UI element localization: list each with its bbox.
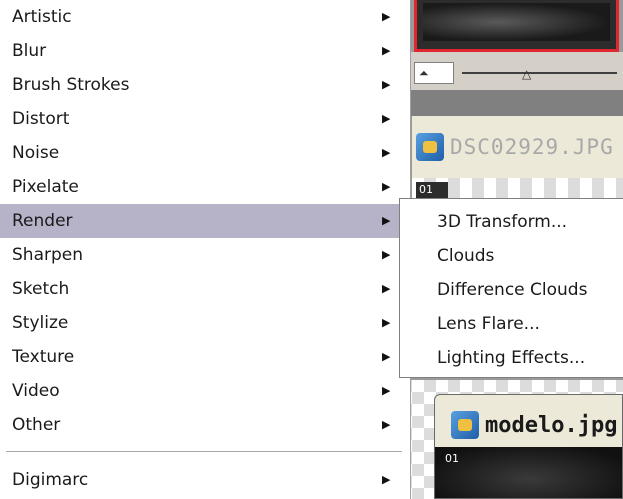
menu-item-label: Stylize	[12, 313, 69, 333]
menu-item-sharpen[interactable]: Sharpen ▶	[0, 238, 410, 272]
menu-item-label: Pixelate	[12, 177, 79, 197]
menu-item-brush-strokes[interactable]: Brush Strokes ▶	[0, 68, 410, 102]
submenu-item-label: Lens Flare...	[437, 314, 540, 334]
document-canvas: 01	[435, 447, 622, 498]
menu-item-video[interactable]: Video ▶	[0, 374, 410, 408]
document-window-1[interactable]: DSC02929.JPG 01	[412, 116, 623, 200]
submenu-arrow-icon: ▶	[382, 112, 391, 125]
image-document-icon	[451, 411, 479, 439]
submenu-item-label: Difference Clouds	[437, 280, 588, 300]
menu-item-label: Blur	[12, 41, 47, 61]
submenu-arrow-icon: ▶	[382, 384, 391, 397]
menu-item-label: Digimarc	[12, 470, 89, 490]
submenu-arrow-icon: ▶	[382, 44, 391, 57]
panel-divider	[400, 90, 623, 116]
filter-menu: Artistic ▶ Blur ▶ Brush Strokes ▶ Distor…	[0, 0, 411, 499]
menu-item-blur[interactable]: Blur ▶	[0, 34, 410, 68]
menu-item-other[interactable]: Other ▶	[0, 408, 410, 442]
menu-separator	[6, 451, 402, 452]
submenu-item-3d-transform[interactable]: 3D Transform...	[400, 205, 623, 239]
menu-item-label: Video	[12, 381, 60, 401]
document-window-2[interactable]: modelo.jpg 01	[434, 394, 623, 499]
menu-item-artistic[interactable]: Artistic ▶	[0, 0, 410, 34]
submenu-arrow-icon: ▶	[382, 282, 391, 295]
submenu-item-difference-clouds[interactable]: Difference Clouds	[400, 273, 623, 307]
document-title: DSC02929.JPG	[450, 135, 614, 159]
zoom-out-button[interactable]: ⏶	[414, 62, 454, 84]
menu-item-label: Texture	[12, 347, 75, 367]
submenu-arrow-icon: ▶	[382, 316, 391, 329]
submenu-item-lens-flare[interactable]: Lens Flare...	[400, 307, 623, 341]
document-transparency-strip: 01	[412, 178, 623, 200]
submenu-arrow-icon: ▶	[382, 418, 391, 431]
submenu-arrow-icon: ▶	[382, 473, 391, 486]
submenu-item-clouds[interactable]: Clouds	[400, 239, 623, 273]
layer-tag: 01	[445, 452, 459, 465]
image-document-icon	[416, 133, 444, 161]
menu-item-label: Brush Strokes	[12, 75, 130, 95]
menu-item-digimarc[interactable]: Digimarc ▶	[0, 463, 410, 497]
menu-item-label: Render	[12, 211, 73, 231]
document-title-row: modelo.jpg	[451, 409, 617, 441]
submenu-item-label: Clouds	[437, 246, 495, 266]
document-title-row: DSC02929.JPG	[416, 132, 614, 162]
menu-item-label: Artistic	[12, 7, 72, 27]
zoom-slider[interactable]	[462, 72, 617, 74]
document-title: modelo.jpg	[485, 412, 618, 438]
menu-item-label: Noise	[12, 143, 60, 163]
menu-item-sketch[interactable]: Sketch ▶	[0, 272, 410, 306]
menu-item-label: Other	[12, 415, 61, 435]
menu-item-render[interactable]: Render ▶	[0, 204, 410, 238]
slider-triangle-icon[interactable]: △	[522, 68, 531, 80]
render-submenu: 3D Transform... Clouds Difference Clouds…	[399, 198, 623, 378]
submenu-arrow-icon: ▶	[382, 350, 391, 363]
submenu-item-lighting-effects[interactable]: Lighting Effects...	[400, 341, 623, 375]
document-canvas-top	[414, 0, 619, 52]
menu-item-label: Sketch	[12, 279, 70, 299]
submenu-arrow-icon: ▶	[382, 146, 391, 159]
menu-item-pixelate[interactable]: Pixelate ▶	[0, 170, 410, 204]
submenu-arrow-icon: ▶	[382, 10, 391, 23]
menu-item-noise[interactable]: Noise ▶	[0, 136, 410, 170]
menu-item-label: Distort	[12, 109, 70, 129]
submenu-arrow-icon: ▶	[382, 78, 391, 91]
submenu-arrow-icon: ▶	[382, 180, 391, 193]
submenu-item-label: Lighting Effects...	[437, 348, 586, 368]
menu-item-label: Sharpen	[12, 245, 83, 265]
submenu-arrow-icon: ▶	[382, 214, 391, 227]
submenu-arrow-icon: ▶	[382, 248, 391, 261]
menu-item-texture[interactable]: Texture ▶	[0, 340, 410, 374]
zoom-mountain-icon: ⏶	[419, 66, 429, 80]
menu-item-distort[interactable]: Distort ▶	[0, 102, 410, 136]
submenu-item-label: 3D Transform...	[437, 212, 568, 232]
layer-tag: 01	[416, 182, 448, 198]
menu-item-stylize[interactable]: Stylize ▶	[0, 306, 410, 340]
